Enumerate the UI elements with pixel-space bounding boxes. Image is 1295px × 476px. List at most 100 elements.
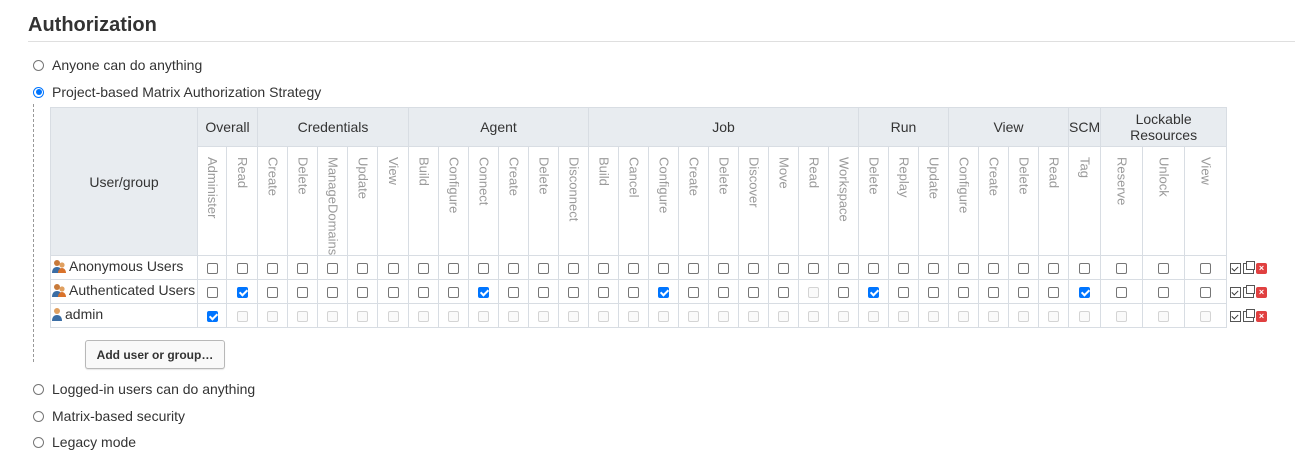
permission-checkbox[interactable] <box>598 287 609 299</box>
strategy-logged-in-option[interactable]: Logged-in users can do anything <box>33 380 255 398</box>
permission-checkbox[interactable] <box>1116 263 1128 275</box>
permission-checkbox[interactable] <box>658 287 669 299</box>
permission-checkbox[interactable] <box>387 263 399 275</box>
permission-label: Delete <box>716 157 732 195</box>
permission-checkbox[interactable] <box>387 287 399 299</box>
strategy-logged-in-radio[interactable] <box>33 383 44 395</box>
permission-checkbox[interactable] <box>1158 287 1170 299</box>
strategy-anyone-option[interactable]: Anyone can do anything <box>33 56 202 74</box>
permission-checkbox[interactable] <box>1200 287 1212 299</box>
permission-checkbox[interactable] <box>236 263 248 275</box>
permission-checkbox[interactable] <box>1079 263 1091 275</box>
permission-checkbox[interactable] <box>778 263 789 275</box>
strategy-anyone-radio[interactable] <box>33 59 44 71</box>
copy-icon[interactable] <box>1243 285 1255 298</box>
strategy-project-matrix-option[interactable]: Project-based Matrix Authorization Strat… <box>33 83 321 101</box>
permission-checkbox[interactable] <box>568 287 579 299</box>
permission-cell <box>377 303 409 328</box>
permission-cell <box>1142 279 1186 304</box>
permission-checkbox[interactable] <box>508 287 519 299</box>
permission-checkbox[interactable] <box>658 263 669 275</box>
strategy-legacy-option[interactable]: Legacy mode <box>33 433 136 451</box>
permission-checkbox[interactable] <box>478 287 489 299</box>
permission-checkbox[interactable] <box>206 311 218 323</box>
permission-checkbox[interactable] <box>718 263 729 275</box>
permission-checkbox[interactable] <box>958 263 969 275</box>
delete-icon[interactable]: × <box>1256 287 1267 298</box>
permission-checkbox[interactable] <box>538 287 549 299</box>
permission-checkbox[interactable] <box>297 263 308 275</box>
permission-checkbox <box>808 311 819 323</box>
permission-checkbox[interactable] <box>1048 287 1059 299</box>
permission-checkbox[interactable] <box>748 287 759 299</box>
permission-checkbox[interactable] <box>448 287 459 299</box>
permission-checkbox[interactable] <box>898 287 909 299</box>
user-cell: Authenticated Users <box>50 279 198 304</box>
permission-checkbox[interactable] <box>1018 287 1029 299</box>
permission-checkbox[interactable] <box>928 263 939 275</box>
permission-checkbox[interactable] <box>868 287 879 299</box>
permission-checkbox[interactable] <box>478 263 489 275</box>
permission-checkbox[interactable] <box>808 263 819 275</box>
permission-checkbox[interactable] <box>1048 263 1059 275</box>
permission-checkbox[interactable] <box>327 263 338 275</box>
permission-checkbox[interactable] <box>928 287 939 299</box>
add-user-or-group-button[interactable]: Add user or group… <box>85 340 225 369</box>
permission-checkbox[interactable] <box>1200 263 1212 275</box>
permission-cell <box>768 279 799 304</box>
strategy-project-matrix-radio[interactable] <box>33 86 44 98</box>
permission-checkbox[interactable] <box>988 263 999 275</box>
permission-checkbox[interactable] <box>357 263 368 275</box>
group-icon <box>51 283 67 301</box>
copy-icon[interactable] <box>1243 309 1255 322</box>
permission-checkbox[interactable] <box>538 263 549 275</box>
select-all-icon[interactable] <box>1230 311 1241 322</box>
strategy-matrix-radio[interactable] <box>33 410 44 422</box>
permission-label: Administer <box>205 157 220 219</box>
strategy-matrix-option[interactable]: Matrix-based security <box>33 407 185 425</box>
delete-icon[interactable]: × <box>1256 311 1267 322</box>
copy-icon[interactable] <box>1243 261 1255 274</box>
permission-checkbox <box>538 311 549 323</box>
permission-checkbox[interactable] <box>1116 287 1128 299</box>
strategy-legacy-radio[interactable] <box>33 436 44 448</box>
permission-column-header: ManageDomains <box>317 146 348 256</box>
permission-checkbox[interactable] <box>778 287 789 299</box>
permission-checkbox[interactable] <box>628 263 639 275</box>
permission-checkbox[interactable] <box>1018 263 1029 275</box>
permission-checkbox[interactable] <box>898 263 909 275</box>
delete-icon[interactable]: × <box>1256 263 1267 274</box>
permission-checkbox[interactable] <box>448 263 459 275</box>
permission-checkbox[interactable] <box>838 263 849 275</box>
permission-checkbox[interactable] <box>718 287 729 299</box>
permission-cell <box>498 255 529 280</box>
permission-checkbox[interactable] <box>1158 263 1170 275</box>
permission-checkbox[interactable] <box>628 287 639 299</box>
permission-checkbox[interactable] <box>508 263 519 275</box>
select-all-icon[interactable] <box>1230 263 1241 274</box>
permission-cell <box>828 255 859 280</box>
select-all-icon[interactable] <box>1230 287 1241 298</box>
permission-checkbox[interactable] <box>1079 287 1091 299</box>
permission-checkbox[interactable] <box>568 263 579 275</box>
permission-checkbox[interactable] <box>206 263 218 275</box>
permission-checkbox[interactable] <box>297 287 308 299</box>
permission-cell <box>347 279 378 304</box>
permission-checkbox[interactable] <box>598 263 609 275</box>
permission-checkbox[interactable] <box>688 287 699 299</box>
permission-checkbox[interactable] <box>418 263 429 275</box>
permission-checkbox[interactable] <box>838 287 849 299</box>
permission-checkbox[interactable] <box>267 287 278 299</box>
permission-checkbox[interactable] <box>418 287 429 299</box>
permission-checkbox[interactable] <box>357 287 368 299</box>
permission-checkbox[interactable] <box>236 287 248 299</box>
permission-checkbox[interactable] <box>327 287 338 299</box>
permission-cell <box>1142 303 1186 328</box>
permission-checkbox[interactable] <box>688 263 699 275</box>
permission-checkbox[interactable] <box>748 263 759 275</box>
permission-checkbox[interactable] <box>988 287 999 299</box>
permission-checkbox[interactable] <box>958 287 969 299</box>
permission-checkbox[interactable] <box>206 287 218 299</box>
permission-checkbox[interactable] <box>267 263 278 275</box>
permission-checkbox[interactable] <box>868 263 879 275</box>
